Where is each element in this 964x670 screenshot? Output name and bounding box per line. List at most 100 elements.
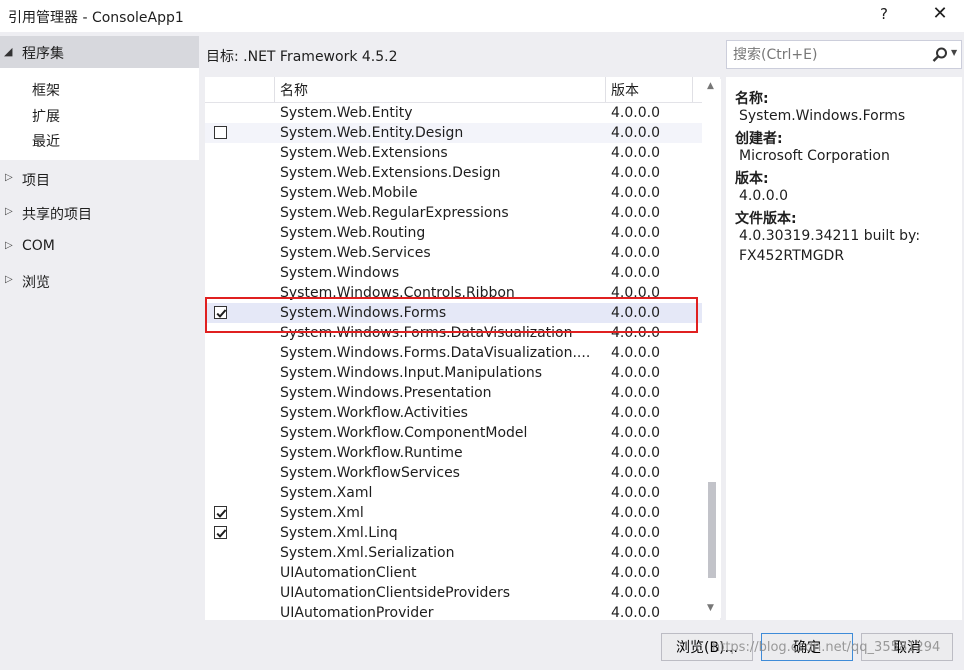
row-version: 4.0.0.0 xyxy=(611,125,660,141)
nav-subitem-recent[interactable]: 最近 xyxy=(32,131,60,151)
row-version: 4.0.0.0 xyxy=(611,225,660,241)
search-input[interactable] xyxy=(727,41,933,68)
table-row[interactable]: System.Xml 4.0.0.0 xyxy=(205,503,702,523)
row-version: 4.0.0.0 xyxy=(611,505,660,521)
nav-item-com[interactable]: ▷ COM xyxy=(0,235,199,261)
scrollbar-thumb[interactable] xyxy=(708,482,716,578)
table-row[interactable]: UIAutomationClientsideProviders 4.0.0.0 xyxy=(205,583,702,603)
row-name: System.Web.RegularExpressions xyxy=(280,205,509,221)
detail-version-value: 4.0.0.0 xyxy=(739,188,788,204)
row-version: 4.0.0.0 xyxy=(611,605,660,620)
row-name: System.Xml.Linq xyxy=(280,525,398,541)
column-divider[interactable] xyxy=(274,77,275,102)
row-name: UIAutomationClientsideProviders xyxy=(280,585,511,601)
table-row[interactable]: System.Web.RegularExpressions 4.0.0.0 xyxy=(205,203,702,223)
row-name: System.Web.Services xyxy=(280,245,431,261)
nav-item-browse[interactable]: ▷ 浏览 xyxy=(0,269,199,295)
table-row[interactable]: System.Workflow.Runtime 4.0.0.0 xyxy=(205,443,702,463)
expanded-triangle-icon: ◢ xyxy=(4,45,13,58)
table-row[interactable]: UIAutomationProvider 4.0.0.0 xyxy=(205,603,702,620)
detail-version-label: 版本: xyxy=(735,171,769,187)
table-row[interactable]: System.Web.Services 4.0.0.0 xyxy=(205,243,702,263)
row-name: System.Web.Extensions xyxy=(280,145,448,161)
row-version: 4.0.0.0 xyxy=(611,345,660,361)
nav-subitem-framework[interactable]: 框架 xyxy=(32,80,60,100)
list-header: 名称 版本 xyxy=(205,77,702,103)
checkbox-checked[interactable] xyxy=(214,526,227,539)
detail-creator-label: 创建者: xyxy=(735,131,783,147)
row-name: System.Web.Entity xyxy=(280,105,413,121)
column-header-name[interactable]: 名称 xyxy=(280,80,308,100)
table-row[interactable]: System.Web.Extensions 4.0.0.0 xyxy=(205,143,702,163)
row-name: System.Web.Mobile xyxy=(280,185,418,201)
detail-file-version-value-cont: FX452RTMGDR xyxy=(739,248,845,264)
table-row[interactable]: System.Xml.Linq 4.0.0.0 xyxy=(205,523,702,543)
search-box[interactable]: ▼ xyxy=(726,40,962,69)
collapsed-triangle-icon: ▷ xyxy=(5,206,13,217)
column-divider[interactable] xyxy=(605,77,606,102)
row-version: 4.0.0.0 xyxy=(611,185,660,201)
nav-item-label: 程序集 xyxy=(22,46,64,62)
table-row[interactable]: System.Windows 4.0.0.0 xyxy=(205,263,702,283)
table-row[interactable]: System.Workflow.Activities 4.0.0.0 xyxy=(205,403,702,423)
nav-item-label: 项目 xyxy=(22,173,50,189)
table-row[interactable]: System.Web.Entity.Design 4.0.0.0 xyxy=(205,123,702,143)
row-version: 4.0.0.0 xyxy=(611,465,660,481)
nav-item-shared-projects[interactable]: ▷ 共享的项目 xyxy=(0,201,199,227)
row-version: 4.0.0.0 xyxy=(611,105,660,121)
detail-name-label: 名称: xyxy=(735,91,769,107)
table-row[interactable]: System.Web.Routing 4.0.0.0 xyxy=(205,223,702,243)
row-version: 4.0.0.0 xyxy=(611,525,660,541)
row-name: System.Workflow.ComponentModel xyxy=(280,425,528,441)
nav-item-projects[interactable]: ▷ 项目 xyxy=(0,167,199,193)
checkmark-icon xyxy=(216,509,227,518)
checkbox[interactable] xyxy=(214,126,227,139)
scroll-down-arrow-icon[interactable]: ▼ xyxy=(707,603,714,613)
table-row[interactable]: System.Workflow.ComponentModel 4.0.0.0 xyxy=(205,423,702,443)
dropdown-arrow-icon[interactable]: ▼ xyxy=(951,48,957,57)
detail-file-version-label: 文件版本: xyxy=(735,211,797,227)
detail-file-version-value: 4.0.30319.34211 built by: xyxy=(739,228,921,244)
row-name: System.Xaml xyxy=(280,485,373,501)
table-row[interactable]: UIAutomationClient 4.0.0.0 xyxy=(205,563,702,583)
row-name: System.Web.Extensions.Design xyxy=(280,165,501,181)
checkbox-checked[interactable] xyxy=(214,506,227,519)
row-name: System.Xml xyxy=(280,505,364,521)
nav-item-label: COM xyxy=(22,238,55,254)
row-name: System.Web.Entity.Design xyxy=(280,125,464,141)
table-row[interactable]: System.Web.Extensions.Design 4.0.0.0 xyxy=(205,163,702,183)
table-row[interactable]: System.Web.Entity 4.0.0.0 xyxy=(205,103,702,123)
table-row[interactable]: System.Xaml 4.0.0.0 xyxy=(205,483,702,503)
nav-subitem-extensions[interactable]: 扩展 xyxy=(32,106,60,126)
nav-item-assemblies[interactable]: ◢ 程序集 xyxy=(0,36,199,68)
row-version: 4.0.0.0 xyxy=(611,145,660,161)
row-name: System.Windows.Presentation xyxy=(280,385,492,401)
title-bar: 引用管理器 - ConsoleApp1 ? ✕ xyxy=(0,0,964,32)
row-name: System.Web.Routing xyxy=(280,225,426,241)
close-button[interactable]: ✕ xyxy=(928,3,952,24)
details-panel: 名称: System.Windows.Forms 创建者: Microsoft … xyxy=(726,77,962,620)
row-version: 4.0.0.0 xyxy=(611,445,660,461)
row-version: 4.0.0.0 xyxy=(611,385,660,401)
row-name: System.WorkflowServices xyxy=(280,465,460,481)
collapsed-triangle-icon: ▷ xyxy=(5,172,13,183)
column-header-version[interactable]: 版本 xyxy=(611,80,639,100)
collapsed-triangle-icon: ▷ xyxy=(5,274,13,285)
scroll-up-arrow-icon[interactable]: ▲ xyxy=(707,81,714,91)
table-row[interactable]: System.Windows.Presentation 4.0.0.0 xyxy=(205,383,702,403)
table-row[interactable]: System.Xml.Serialization 4.0.0.0 xyxy=(205,543,702,563)
list-scrollbar[interactable]: ▲ ▼ xyxy=(704,79,721,618)
watermark-text: https://blog.csdn.net/qq_35581294 xyxy=(712,640,941,655)
row-version: 4.0.0.0 xyxy=(611,405,660,421)
row-name: System.Workflow.Runtime xyxy=(280,445,463,461)
search-icon[interactable] xyxy=(931,46,949,64)
table-row[interactable]: System.Windows.Input.Manipulations 4.0.0.… xyxy=(205,363,702,383)
row-version: 4.0.0.0 xyxy=(611,245,660,261)
row-version: 4.0.0.0 xyxy=(611,545,660,561)
row-name: System.Windows xyxy=(280,265,400,281)
help-button[interactable]: ? xyxy=(872,5,896,23)
table-row[interactable]: System.WorkflowServices 4.0.0.0 xyxy=(205,463,702,483)
column-divider[interactable] xyxy=(692,77,693,102)
table-row[interactable]: System.Windows.Forms.DataVisualization..… xyxy=(205,343,702,363)
table-row[interactable]: System.Web.Mobile 4.0.0.0 xyxy=(205,183,702,203)
